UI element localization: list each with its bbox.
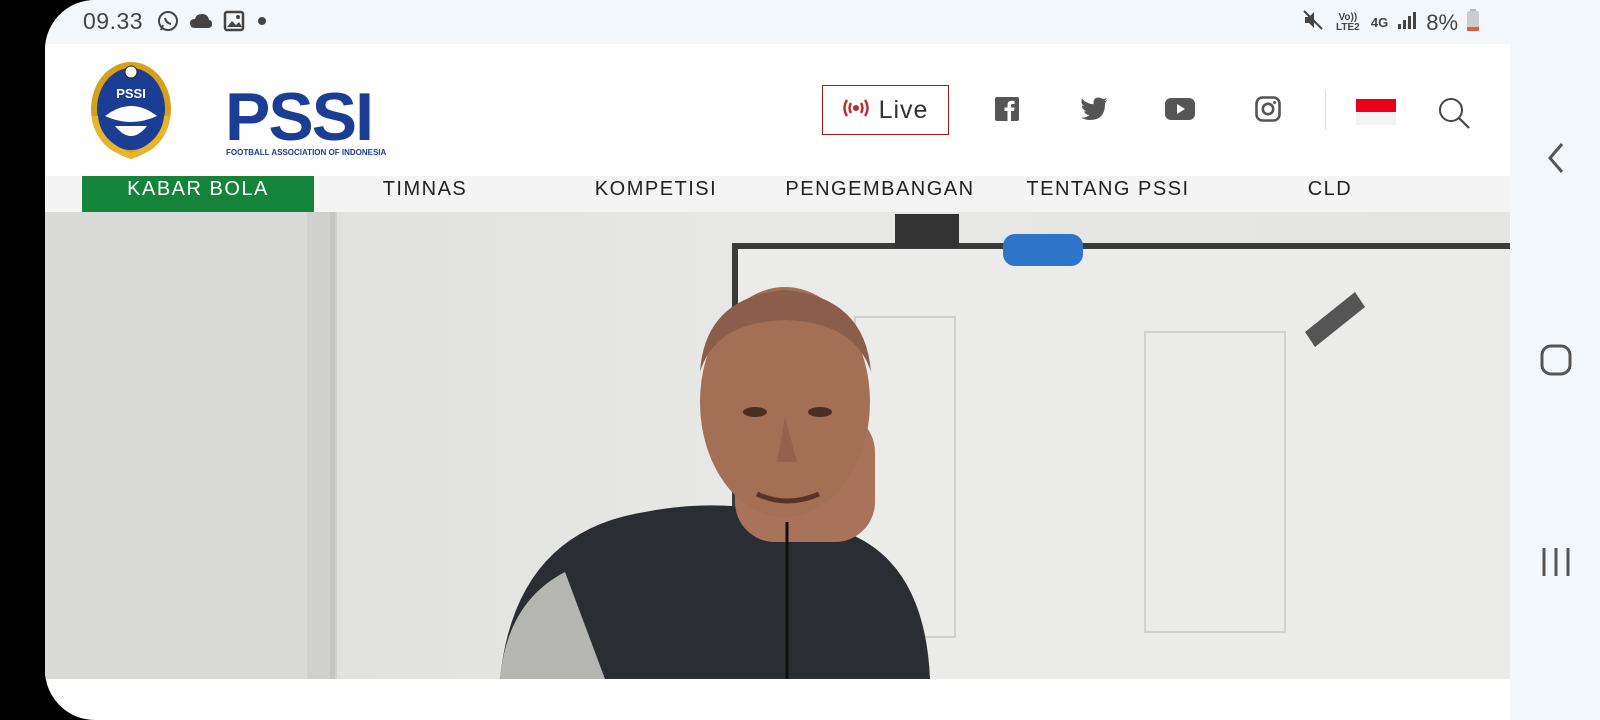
youtube-icon[interactable] [1165,94,1195,124]
indonesia-flag[interactable] [1356,99,1396,125]
system-nav-bar [1510,0,1600,720]
browser-screen: 09.33 Vo)) LTE2 4G 8% PSSI PSSI FOOTBALL… [45,0,1510,720]
header-divider [1325,90,1326,130]
dot-icon [255,14,269,33]
site-header: PSSI PSSI FOOTBALL ASSOCIATION OF INDONE… [45,44,1510,176]
nav-item-kabar-bola[interactable]: KABAR BOLA [82,176,314,212]
nav-item-cld[interactable]: CLD [1285,176,1375,212]
emblem-text: PSSI [116,86,146,101]
pssi-emblem-icon: PSSI [91,62,171,160]
coach-photo [45,212,1510,679]
twitter-icon[interactable] [1079,94,1109,124]
signal-icon [1396,9,1418,37]
battery-icon [1466,8,1480,38]
logo-subtitle: FOOTBALL ASSOCIATION OF INDONESIA [226,148,387,157]
pssi-logo[interactable]: PSSI PSSI FOOTBALL ASSOCIATION OF INDONE… [85,56,386,162]
status-time: 09.33 [83,8,144,34]
nav-item-timnas[interactable]: TIMNAS [360,176,490,212]
logo-wordmark: PSSI [225,79,374,155]
whatsapp-icon [157,10,179,37]
mute-icon [1301,8,1325,38]
search-icon[interactable] [1437,96,1471,130]
status-system-icons: Vo)) LTE2 4G 8% [1301,8,1480,38]
network-type: 4G [1370,15,1389,30]
status-bar: 09.33 Vo)) LTE2 4G 8% [45,0,1510,44]
nav-item-tentang-pssi[interactable]: TENTANG PSSI [1023,176,1193,212]
main-nav: KABAR BOLA TIMNAS KOMPETISI PENGEMBANGAN… [45,176,1510,212]
recents-icon[interactable] [1538,544,1574,580]
volte-indicator: Vo)) LTE2 [1336,12,1360,33]
status-notification-icons [157,10,269,37]
instagram-icon[interactable] [1253,94,1283,124]
live-button[interactable]: Live [822,85,949,135]
facebook-icon[interactable] [992,94,1022,124]
hero-image[interactable] [45,212,1510,679]
broadcast-icon [842,96,869,125]
nav-item-kompetisi[interactable]: KOMPETISI [581,176,731,212]
battery-percent: 8% [1426,10,1458,35]
image-icon [223,10,245,37]
live-label: Live [878,95,929,124]
back-icon[interactable] [1538,140,1574,176]
home-icon[interactable] [1538,342,1574,378]
cloud-icon [189,12,213,35]
nav-item-pengembangan[interactable]: PENGEMBANGAN [780,176,980,212]
